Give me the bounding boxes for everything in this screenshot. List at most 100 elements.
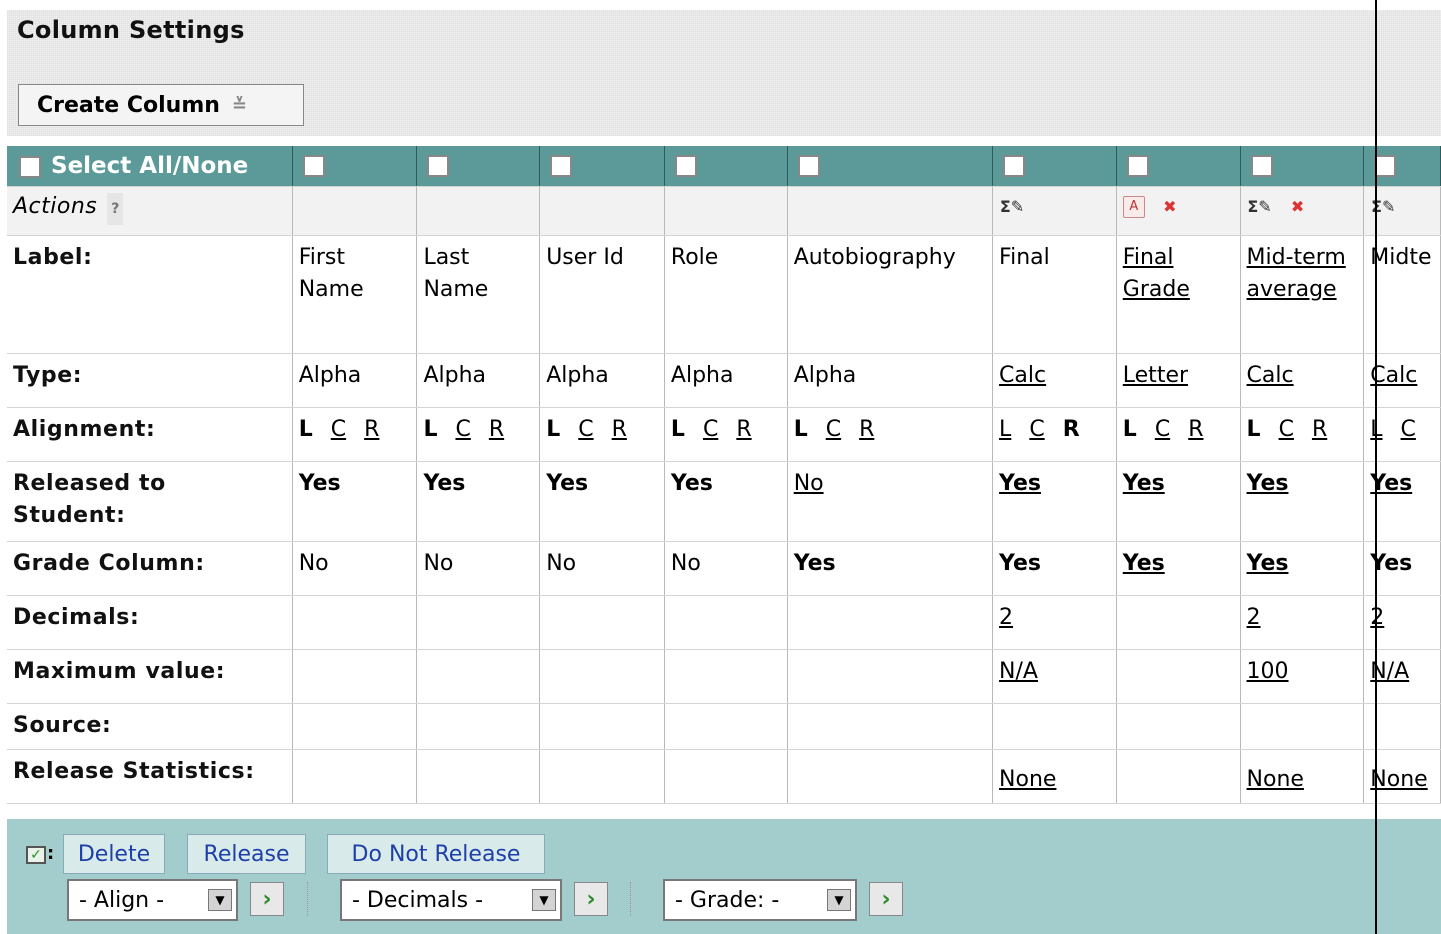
column-label: Final bbox=[992, 235, 1117, 354]
column-checkbox[interactable] bbox=[1374, 155, 1397, 177]
row-label: Release Statistics: bbox=[7, 749, 293, 804]
column-type-link[interactable]: Calc bbox=[1240, 353, 1365, 408]
column-checkbox[interactable] bbox=[1126, 155, 1149, 177]
max-value-link[interactable]: N/A bbox=[992, 649, 1117, 704]
released-link[interactable]: No bbox=[787, 461, 994, 542]
decimals-link[interactable]: 2 bbox=[1240, 595, 1365, 650]
column-checkbox[interactable] bbox=[1250, 155, 1273, 177]
release-button[interactable]: Release bbox=[187, 834, 306, 874]
align-right[interactable]: R bbox=[859, 417, 874, 442]
column-select-cell bbox=[292, 146, 418, 187]
source-row: Source: bbox=[7, 703, 1441, 750]
row-label: Label: bbox=[7, 235, 293, 354]
do-not-release-button[interactable]: Do Not Release bbox=[327, 834, 545, 874]
column-type: Alpha bbox=[416, 353, 541, 408]
align-right[interactable]: R bbox=[612, 417, 627, 442]
create-column-button[interactable]: Create Column ≚ bbox=[18, 84, 304, 126]
align-center[interactable]: C bbox=[1401, 417, 1416, 442]
column-select-cell bbox=[416, 146, 541, 187]
column-checkbox[interactable] bbox=[674, 155, 697, 177]
align-center[interactable]: C bbox=[1155, 417, 1170, 442]
go-arrow-icon[interactable]: › bbox=[574, 882, 608, 916]
align-left: L bbox=[423, 417, 438, 442]
align-right[interactable]: R bbox=[736, 417, 751, 442]
column-select-cell bbox=[992, 146, 1117, 187]
select-row: Select All/None bbox=[7, 146, 1441, 187]
column-checkbox[interactable] bbox=[1003, 155, 1026, 177]
grade-column-row: Grade Column: No No No No Yes Yes Yes Ye… bbox=[7, 541, 1441, 596]
grade-value: Yes bbox=[992, 541, 1117, 596]
grade-link[interactable]: Yes bbox=[1116, 541, 1241, 596]
alignment-row: Alignment: LCR LCR LCR LCR LCR LCR LCR L… bbox=[7, 407, 1441, 462]
align-right[interactable]: R bbox=[364, 417, 379, 442]
go-arrow-icon[interactable]: › bbox=[869, 882, 903, 916]
align-left: L bbox=[793, 417, 808, 442]
released-value: Yes bbox=[292, 461, 418, 542]
column-checkbox[interactable] bbox=[797, 155, 820, 177]
align-left[interactable]: L bbox=[999, 417, 1011, 442]
grade-link[interactable]: Yes bbox=[1240, 541, 1365, 596]
released-link[interactable]: Yes bbox=[992, 461, 1117, 542]
column-label: First Name bbox=[292, 235, 418, 354]
release-stats-link[interactable]: None bbox=[992, 749, 1117, 804]
align-center[interactable]: C bbox=[331, 417, 346, 442]
align-right[interactable]: R bbox=[489, 417, 504, 442]
decimals-select[interactable]: - Decimals - ▼ bbox=[340, 879, 562, 921]
column-settings-table: Select All/None Actions? Σ✎ A ✖ Σ✎ ✖ Σ✎ La… bbox=[7, 146, 1441, 804]
letter-edit-icon[interactable]: A bbox=[1122, 196, 1145, 218]
select-all-cell[interactable]: Select All/None bbox=[7, 146, 293, 187]
delete-column-icon[interactable]: ✖ bbox=[1285, 194, 1311, 220]
align-left: L bbox=[1122, 417, 1137, 442]
column-type-link[interactable]: Calc bbox=[992, 353, 1117, 408]
align-center[interactable]: C bbox=[1279, 417, 1294, 442]
grade-select[interactable]: - Grade: - ▼ bbox=[663, 879, 857, 921]
column-label: Last Name bbox=[416, 235, 541, 354]
column-select-cell bbox=[539, 146, 665, 187]
column-label: Role bbox=[664, 235, 788, 354]
column-checkbox[interactable] bbox=[302, 155, 325, 177]
column-select-cell bbox=[787, 146, 994, 187]
release-stats-link[interactable]: None bbox=[1240, 749, 1365, 804]
column-type: Alpha bbox=[539, 353, 665, 408]
alignment-cell: LCR bbox=[1240, 407, 1365, 462]
go-arrow-icon[interactable]: › bbox=[250, 882, 284, 916]
released-link[interactable]: Yes bbox=[1116, 461, 1241, 542]
align-select[interactable]: - Align - ▼ bbox=[67, 879, 238, 921]
alignment-cell: LCR bbox=[787, 407, 994, 462]
row-label: Grade Column: bbox=[7, 541, 293, 596]
align-right[interactable]: R bbox=[1188, 417, 1203, 442]
align-right[interactable]: R bbox=[1312, 417, 1327, 442]
align-center[interactable]: C bbox=[1029, 417, 1044, 442]
released-link[interactable]: Yes bbox=[1240, 461, 1365, 542]
column-label-link[interactable]: Mid-term average bbox=[1240, 235, 1365, 354]
calc-edit-icon[interactable]: Σ✎ bbox=[999, 194, 1025, 220]
column-label-link[interactable]: Final Grade bbox=[1116, 235, 1241, 354]
align-center[interactable]: C bbox=[455, 417, 470, 442]
alignment-cell: LCR bbox=[292, 407, 418, 462]
column-checkbox[interactable] bbox=[550, 155, 573, 177]
create-column-label: Create Column bbox=[37, 92, 220, 118]
column-type: Alpha bbox=[664, 353, 788, 408]
checkbox-icon[interactable] bbox=[19, 155, 41, 178]
row-label: Alignment: bbox=[7, 407, 293, 462]
row-label: Decimals: bbox=[7, 595, 293, 650]
calc-edit-icon[interactable]: Σ✎ bbox=[1247, 194, 1273, 220]
help-icon[interactable]: ? bbox=[107, 193, 124, 225]
max-value-link[interactable]: 100 bbox=[1240, 649, 1365, 704]
column-select-cell bbox=[1116, 146, 1241, 187]
column-checkbox[interactable] bbox=[427, 155, 450, 177]
row-label: Type: bbox=[7, 353, 293, 408]
decimals-link[interactable]: 2 bbox=[992, 595, 1117, 650]
menu-icon: ≚ bbox=[231, 94, 248, 116]
column-type-link[interactable]: Letter bbox=[1116, 353, 1241, 408]
align-center[interactable]: C bbox=[578, 417, 593, 442]
align-center[interactable]: C bbox=[826, 417, 841, 442]
alignment-cell: LCR bbox=[539, 407, 665, 462]
released-value: Yes bbox=[416, 461, 541, 542]
delete-column-icon[interactable]: ✖ bbox=[1157, 194, 1183, 220]
delete-button[interactable]: Delete bbox=[63, 834, 165, 874]
column-select-cell bbox=[1240, 146, 1365, 187]
grade-value: No bbox=[664, 541, 788, 596]
vertical-cursor-line bbox=[1375, 0, 1377, 934]
align-center[interactable]: C bbox=[703, 417, 718, 442]
